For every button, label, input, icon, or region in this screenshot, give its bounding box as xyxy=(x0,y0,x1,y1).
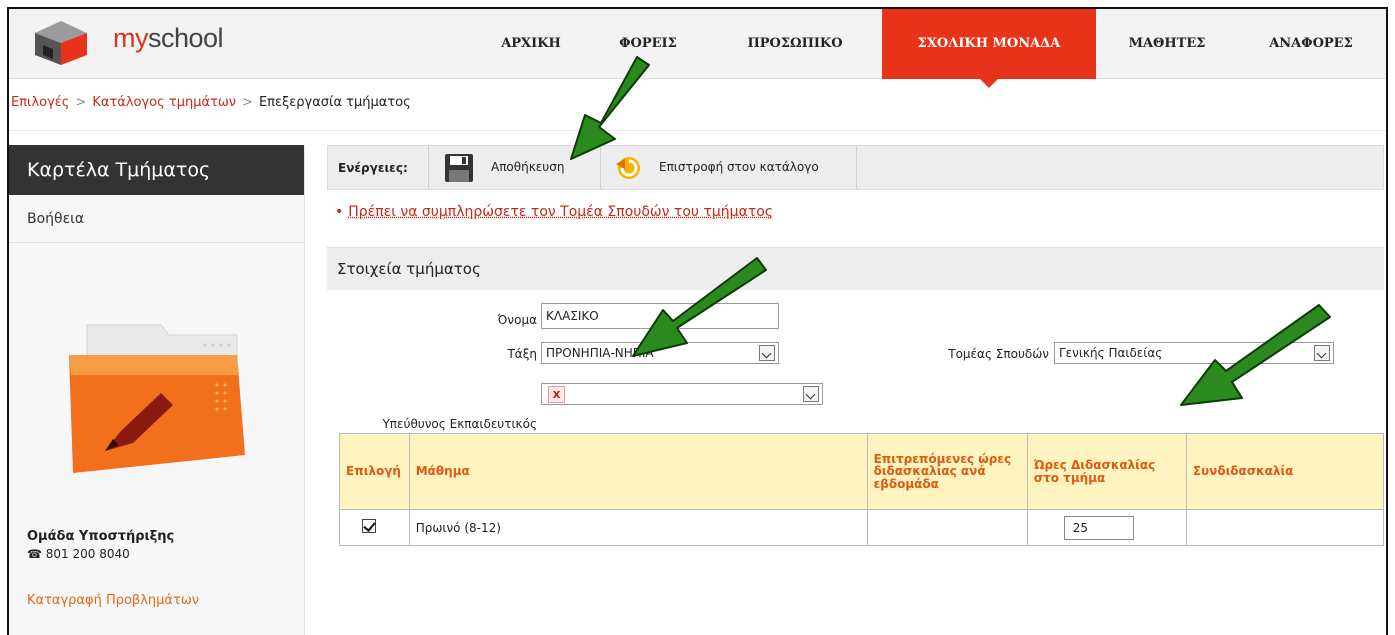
chevron-down-icon[interactable] xyxy=(759,345,775,361)
name-input[interactable]: ΚΛΑΣΙΚΟ xyxy=(541,303,779,329)
chevron-down-icon[interactable] xyxy=(1314,345,1330,361)
chevron-down-icon[interactable] xyxy=(803,386,819,402)
column-header-select: Επιλογή xyxy=(339,433,410,510)
back-to-catalog-button[interactable]: Επιστροφή στον κατάλογο xyxy=(601,146,856,189)
sidebar-title: Καρτέλα Τμήματος xyxy=(9,145,304,195)
validation-error: • Πρέπει να συμπληρώσετε τον Τομέα Σπουδώ… xyxy=(335,204,774,220)
clear-x-icon[interactable]: x xyxy=(548,386,565,403)
folder-edit-icon xyxy=(9,243,305,501)
hours-input[interactable]: 25 xyxy=(1063,515,1134,540)
app-window: myschool ΑΡΧΙΚΗ ΦΟΡΕΙΣ ΠΡΟΣΩΠΙΚΟ ΣΧΟΛΙΚΗ… xyxy=(7,7,1388,635)
report-problems-link[interactable]: Καταγραφή Προβλημάτων xyxy=(27,593,199,608)
nav-reports[interactable]: ΑΝΑΦΟΡΕΣ xyxy=(1256,9,1366,79)
section-title: Στοιχεία τμήματος xyxy=(337,260,481,278)
breadcrumb: Επιλογές > Κατάλογος τμημάτων > Επεξεργασία … xyxy=(9,79,1386,131)
phone-icon: ☎ xyxy=(27,547,42,561)
toolbar-divider xyxy=(856,146,857,189)
select-cell xyxy=(339,509,410,546)
class-label: Τάξη xyxy=(507,347,537,361)
teacher-label: Υπεύθυνος Εκπαιδευτικός xyxy=(382,417,537,431)
support-phone: ☎ 801 200 8040 xyxy=(27,547,130,561)
nav-staff[interactable]: ΠΡΟΣΩΠΙΚΟ xyxy=(740,9,850,79)
sidebar: Καρτέλα Τμήματος Βοήθεια Ομάδα Υποστήριξ… xyxy=(9,145,305,635)
support-title: Ομάδα Υποστήριξης xyxy=(27,529,175,544)
study-field-select[interactable]: Γενικής Παιδείας xyxy=(1054,342,1334,364)
breadcrumb-class-catalog[interactable]: Κατάλογος τμημάτων xyxy=(92,95,236,110)
row-checkbox[interactable] xyxy=(362,519,376,533)
table-row: Πρωινό (8-12) 25 xyxy=(339,509,1385,546)
nav-school-unit[interactable]: ΣΧΟΛΙΚΗ ΜΟΝΑΔΑ xyxy=(882,9,1096,88)
allowed-hours-cell xyxy=(866,509,1028,546)
class-hours-cell: 25 xyxy=(1026,509,1187,546)
myschool-logo-icon xyxy=(35,21,87,65)
column-header-course: Μάθημα xyxy=(408,433,868,510)
actions-label: Ενέργειες: xyxy=(338,161,408,175)
save-button[interactable]: Αποθήκευση xyxy=(429,146,599,189)
breadcrumb-options[interactable]: Επιλογές xyxy=(11,95,69,110)
name-label: Όνομα xyxy=(497,313,537,327)
top-bar: myschool ΑΡΧΙΚΗ ΦΟΡΕΙΣ ΠΡΟΣΩΠΙΚΟ ΣΧΟΛΙΚΗ… xyxy=(9,9,1386,88)
save-disk-icon xyxy=(445,154,473,182)
class-details-section: Στοιχεία τμήματος xyxy=(327,247,1384,290)
course-cell: Πρωινό (8-12) xyxy=(408,509,868,546)
breadcrumb-current: Επεξεργασία τμήματος xyxy=(258,95,411,110)
courses-table: Επιλογή Μάθημα Επιτρεπόμενες ώρες διδασκ… xyxy=(339,433,1385,546)
column-header-co-teaching: Συνδιδασκαλία xyxy=(1185,433,1385,510)
nav-students[interactable]: ΜΑΘΗΤΕΣ xyxy=(1120,9,1214,79)
breadcrumb-separator: > xyxy=(75,95,87,110)
teacher-select[interactable]: x xyxy=(541,383,823,405)
column-header-allowed-hours: Επιτρεπόμενες ώρες διδασκαλίας ανά εβδομ… xyxy=(866,433,1028,510)
nav-organizations[interactable]: ΦΟΡΕΙΣ xyxy=(613,9,683,79)
study-field-label: Τομέας Σπουδών xyxy=(948,347,1049,361)
nav-home[interactable]: ΑΡΧΙΚΗ xyxy=(491,9,571,79)
support-block: Ομάδα Υποστήριξης ☎ 801 200 8040 xyxy=(27,529,174,561)
brand-name[interactable]: myschool xyxy=(113,23,224,54)
return-arrow-icon xyxy=(616,157,640,179)
actions-toolbar: Ενέργειες: Αποθήκευση Επιστροφή στον κατ… xyxy=(327,145,1384,190)
co-teaching-cell xyxy=(1185,509,1385,546)
sidebar-help-link[interactable]: Βοήθεια xyxy=(9,195,304,243)
class-select[interactable]: ΠΡΟΝΗΠΙΑ-ΝΗΠΙΑ xyxy=(541,342,779,364)
column-header-class-hours: Ώρες Διδασκαλίας στο τμήμα xyxy=(1026,433,1187,510)
breadcrumb-separator: > xyxy=(242,95,253,110)
